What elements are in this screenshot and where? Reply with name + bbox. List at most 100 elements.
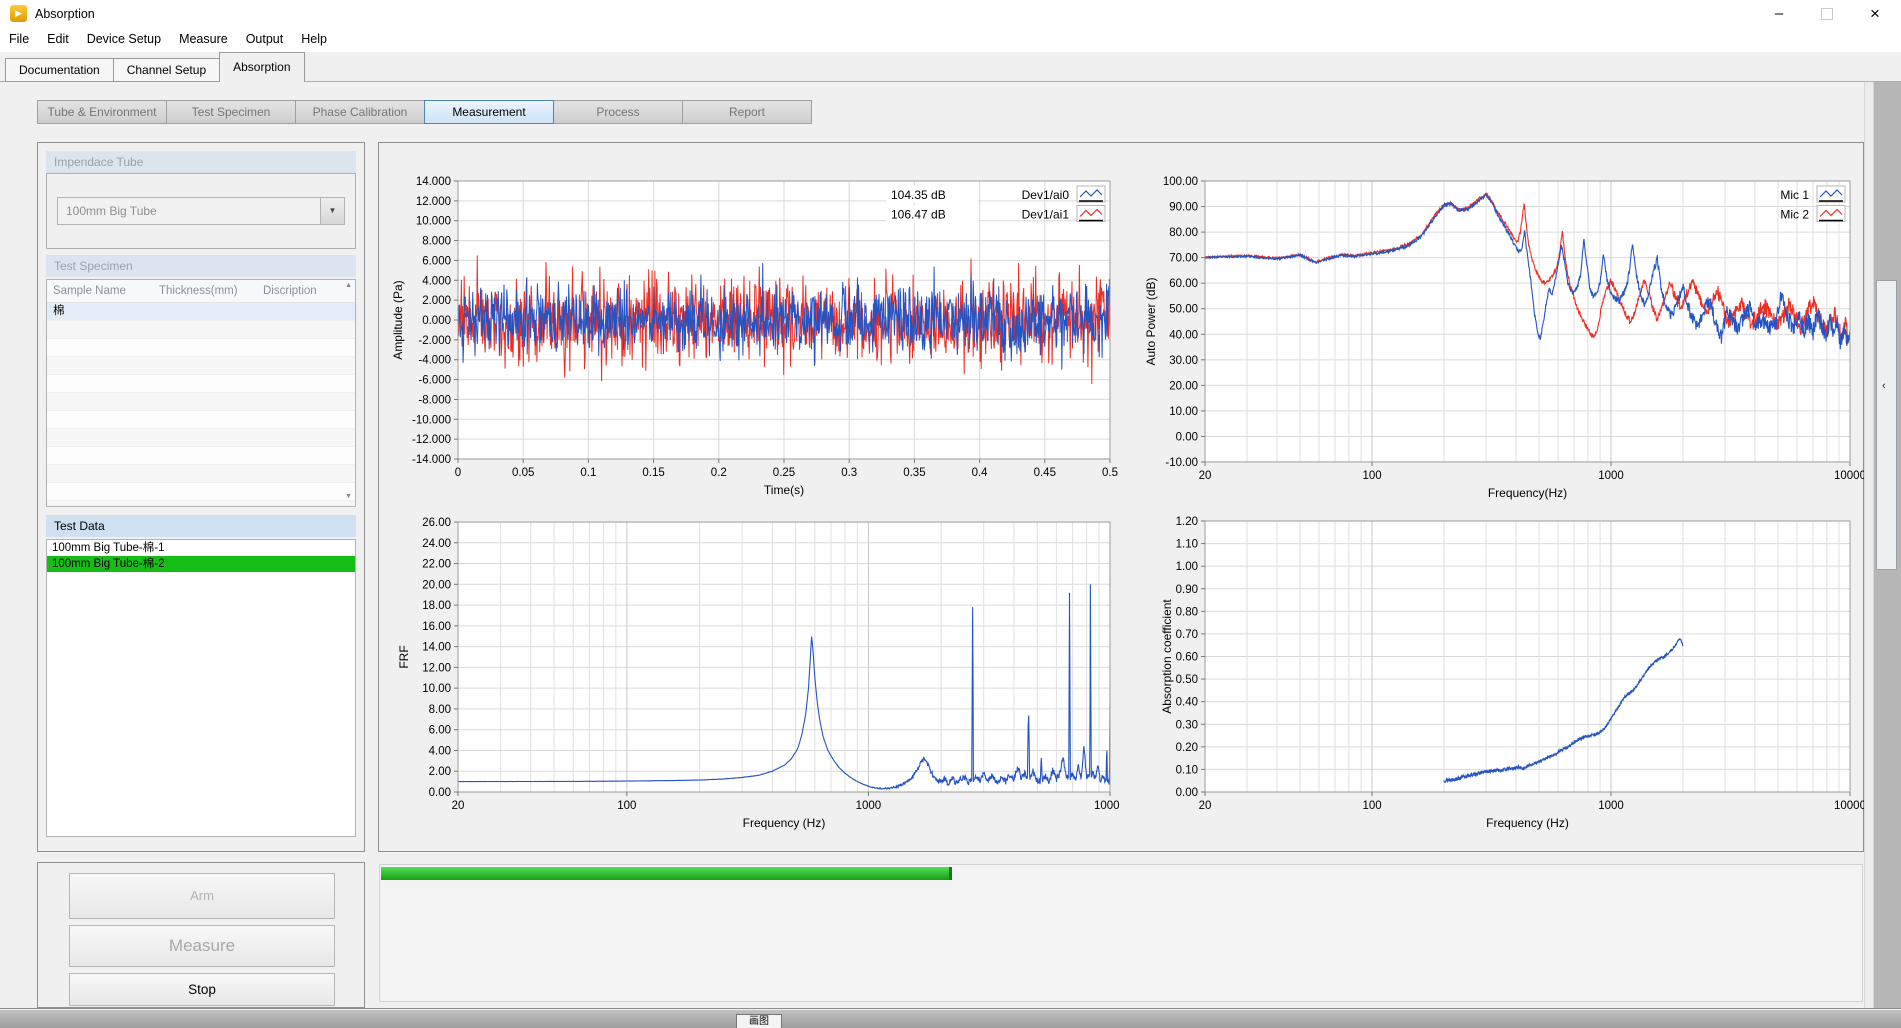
table-cell bbox=[153, 303, 257, 320]
bottom-strip bbox=[0, 1010, 1901, 1028]
table-cell bbox=[47, 357, 153, 374]
maximize-icon bbox=[1821, 8, 1833, 20]
table-row[interactable]: 棉 bbox=[47, 303, 355, 321]
table-row-empty bbox=[47, 357, 355, 375]
column-header-discription: Discription bbox=[257, 280, 353, 302]
table-row-empty bbox=[47, 411, 355, 429]
table-cell bbox=[47, 429, 153, 446]
table-cell bbox=[153, 501, 257, 507]
impedance-tube-header: Impendace Tube bbox=[46, 151, 356, 173]
table-cell bbox=[257, 321, 353, 338]
table-cell bbox=[47, 483, 153, 500]
subtab-measurement[interactable]: Measurement bbox=[424, 100, 554, 124]
table-cell bbox=[257, 375, 353, 392]
test-specimen-header: Test Specimen bbox=[46, 255, 356, 277]
stop-button[interactable]: Stop bbox=[69, 973, 335, 1006]
table-cell bbox=[153, 411, 257, 428]
list-item[interactable]: 100mm Big Tube-棉-2 bbox=[47, 556, 355, 572]
subtab-test-specimen[interactable]: Test Specimen bbox=[166, 100, 296, 124]
subtab-report[interactable]: Report bbox=[682, 100, 812, 124]
table-row-empty bbox=[47, 465, 355, 483]
menu-output[interactable]: Output bbox=[237, 28, 293, 52]
table-cell bbox=[47, 375, 153, 392]
measure-button[interactable]: Measure bbox=[69, 925, 335, 967]
table-cell bbox=[47, 411, 153, 428]
menu-edit[interactable]: Edit bbox=[38, 28, 78, 52]
subtab-phase-calibration[interactable]: Phase Calibration bbox=[295, 100, 425, 124]
setup-panel: Impendace Tube 100mm Big Tube ▼ Test Spe… bbox=[37, 142, 365, 852]
table-row-empty bbox=[47, 483, 355, 501]
table-cell bbox=[153, 375, 257, 392]
impedance-tube-group: 100mm Big Tube ▼ bbox=[46, 173, 356, 249]
tab-documentation[interactable]: Documentation bbox=[5, 58, 114, 82]
table-cell bbox=[153, 447, 257, 464]
menu-help[interactable]: Help bbox=[292, 28, 336, 52]
table-cell bbox=[47, 501, 153, 507]
app-icon: ▶ bbox=[10, 5, 27, 22]
table-row-empty bbox=[47, 429, 355, 447]
measure-control-panel: Arm Measure Stop bbox=[37, 862, 365, 1008]
table-cell bbox=[153, 339, 257, 356]
tab-channel-setup[interactable]: Channel Setup bbox=[113, 58, 220, 82]
menu-file[interactable]: File bbox=[0, 28, 38, 52]
table-cell bbox=[47, 339, 153, 356]
progress-fill bbox=[381, 867, 952, 880]
scrollbar-thumb[interactable] bbox=[1876, 280, 1897, 570]
status-panel bbox=[379, 864, 1863, 1002]
maximize-button[interactable] bbox=[1804, 0, 1850, 28]
impedance-tube-value: 100mm Big Tube bbox=[66, 204, 157, 218]
close-button[interactable]: × bbox=[1852, 0, 1898, 28]
draw-tab[interactable]: 画图 bbox=[736, 1014, 782, 1028]
menu-bar: FileEditDevice SetupMeasureOutputHelp bbox=[0, 28, 1901, 52]
table-cell bbox=[47, 321, 153, 338]
progress-bar bbox=[381, 867, 1860, 880]
scroll-up-icon[interactable]: ▲ bbox=[345, 282, 352, 290]
table-cell bbox=[47, 465, 153, 482]
table-row-empty bbox=[47, 501, 355, 507]
vertical-scrollbar[interactable]: ‹ bbox=[1874, 82, 1901, 1008]
tab-absorption[interactable]: Absorption bbox=[219, 52, 304, 82]
list-item[interactable]: 100mm Big Tube-棉-1 bbox=[47, 540, 355, 556]
application-window: ▶ Absorption – × FileEditDevice SetupMea… bbox=[0, 0, 1901, 1028]
main-tab-bar: DocumentationChannel SetupAbsorption bbox=[5, 52, 305, 82]
table-cell bbox=[257, 357, 353, 374]
specimen-table-header: Sample NameThickness(mm)Discription bbox=[47, 280, 355, 303]
table-cell bbox=[153, 321, 257, 338]
table-cell bbox=[257, 411, 353, 428]
table-cell bbox=[257, 447, 353, 464]
table-cell bbox=[153, 357, 257, 374]
test-data-header: Test Data bbox=[46, 515, 356, 537]
table-cell bbox=[257, 303, 353, 320]
specimen-table[interactable]: Sample NameThickness(mm)Discription棉 bbox=[46, 279, 356, 507]
window-bottom-divider bbox=[0, 1008, 1901, 1009]
subtab-process[interactable]: Process bbox=[553, 100, 683, 124]
test-data-list[interactable]: 100mm Big Tube-棉-1100mm Big Tube-棉-2 bbox=[46, 539, 356, 837]
chevron-down-icon[interactable]: ▼ bbox=[320, 198, 344, 224]
impedance-tube-select[interactable]: 100mm Big Tube ▼ bbox=[57, 197, 345, 225]
minimize-button[interactable]: – bbox=[1756, 0, 1802, 28]
table-row-empty bbox=[47, 321, 355, 339]
table-cell bbox=[257, 393, 353, 410]
close-icon: × bbox=[1870, 4, 1880, 23]
table-cell bbox=[47, 393, 153, 410]
menu-measure[interactable]: Measure bbox=[170, 28, 237, 52]
table-cell bbox=[47, 447, 153, 464]
column-header-sample-name: Sample Name bbox=[47, 280, 153, 302]
collapse-left-icon[interactable]: ‹ bbox=[1882, 380, 1886, 392]
table-cell bbox=[257, 339, 353, 356]
table-cell bbox=[257, 465, 353, 482]
table-row-empty bbox=[47, 393, 355, 411]
sub-tab-bar: Tube & EnvironmentTest SpecimenPhase Cal… bbox=[37, 100, 812, 124]
minimize-icon: – bbox=[1775, 5, 1783, 22]
table-cell bbox=[257, 501, 353, 507]
table-cell bbox=[153, 483, 257, 500]
subtab-tube-environment[interactable]: Tube & Environment bbox=[37, 100, 167, 124]
table-cell bbox=[153, 429, 257, 446]
menu-device-setup[interactable]: Device Setup bbox=[78, 28, 170, 52]
table-cell bbox=[153, 465, 257, 482]
table-cell bbox=[153, 393, 257, 410]
column-header-thickness-mm: Thickness(mm) bbox=[153, 280, 257, 302]
table-cell: 棉 bbox=[47, 303, 153, 320]
title-bar: ▶ Absorption – × bbox=[0, 0, 1901, 28]
arm-button[interactable]: Arm bbox=[69, 873, 335, 919]
